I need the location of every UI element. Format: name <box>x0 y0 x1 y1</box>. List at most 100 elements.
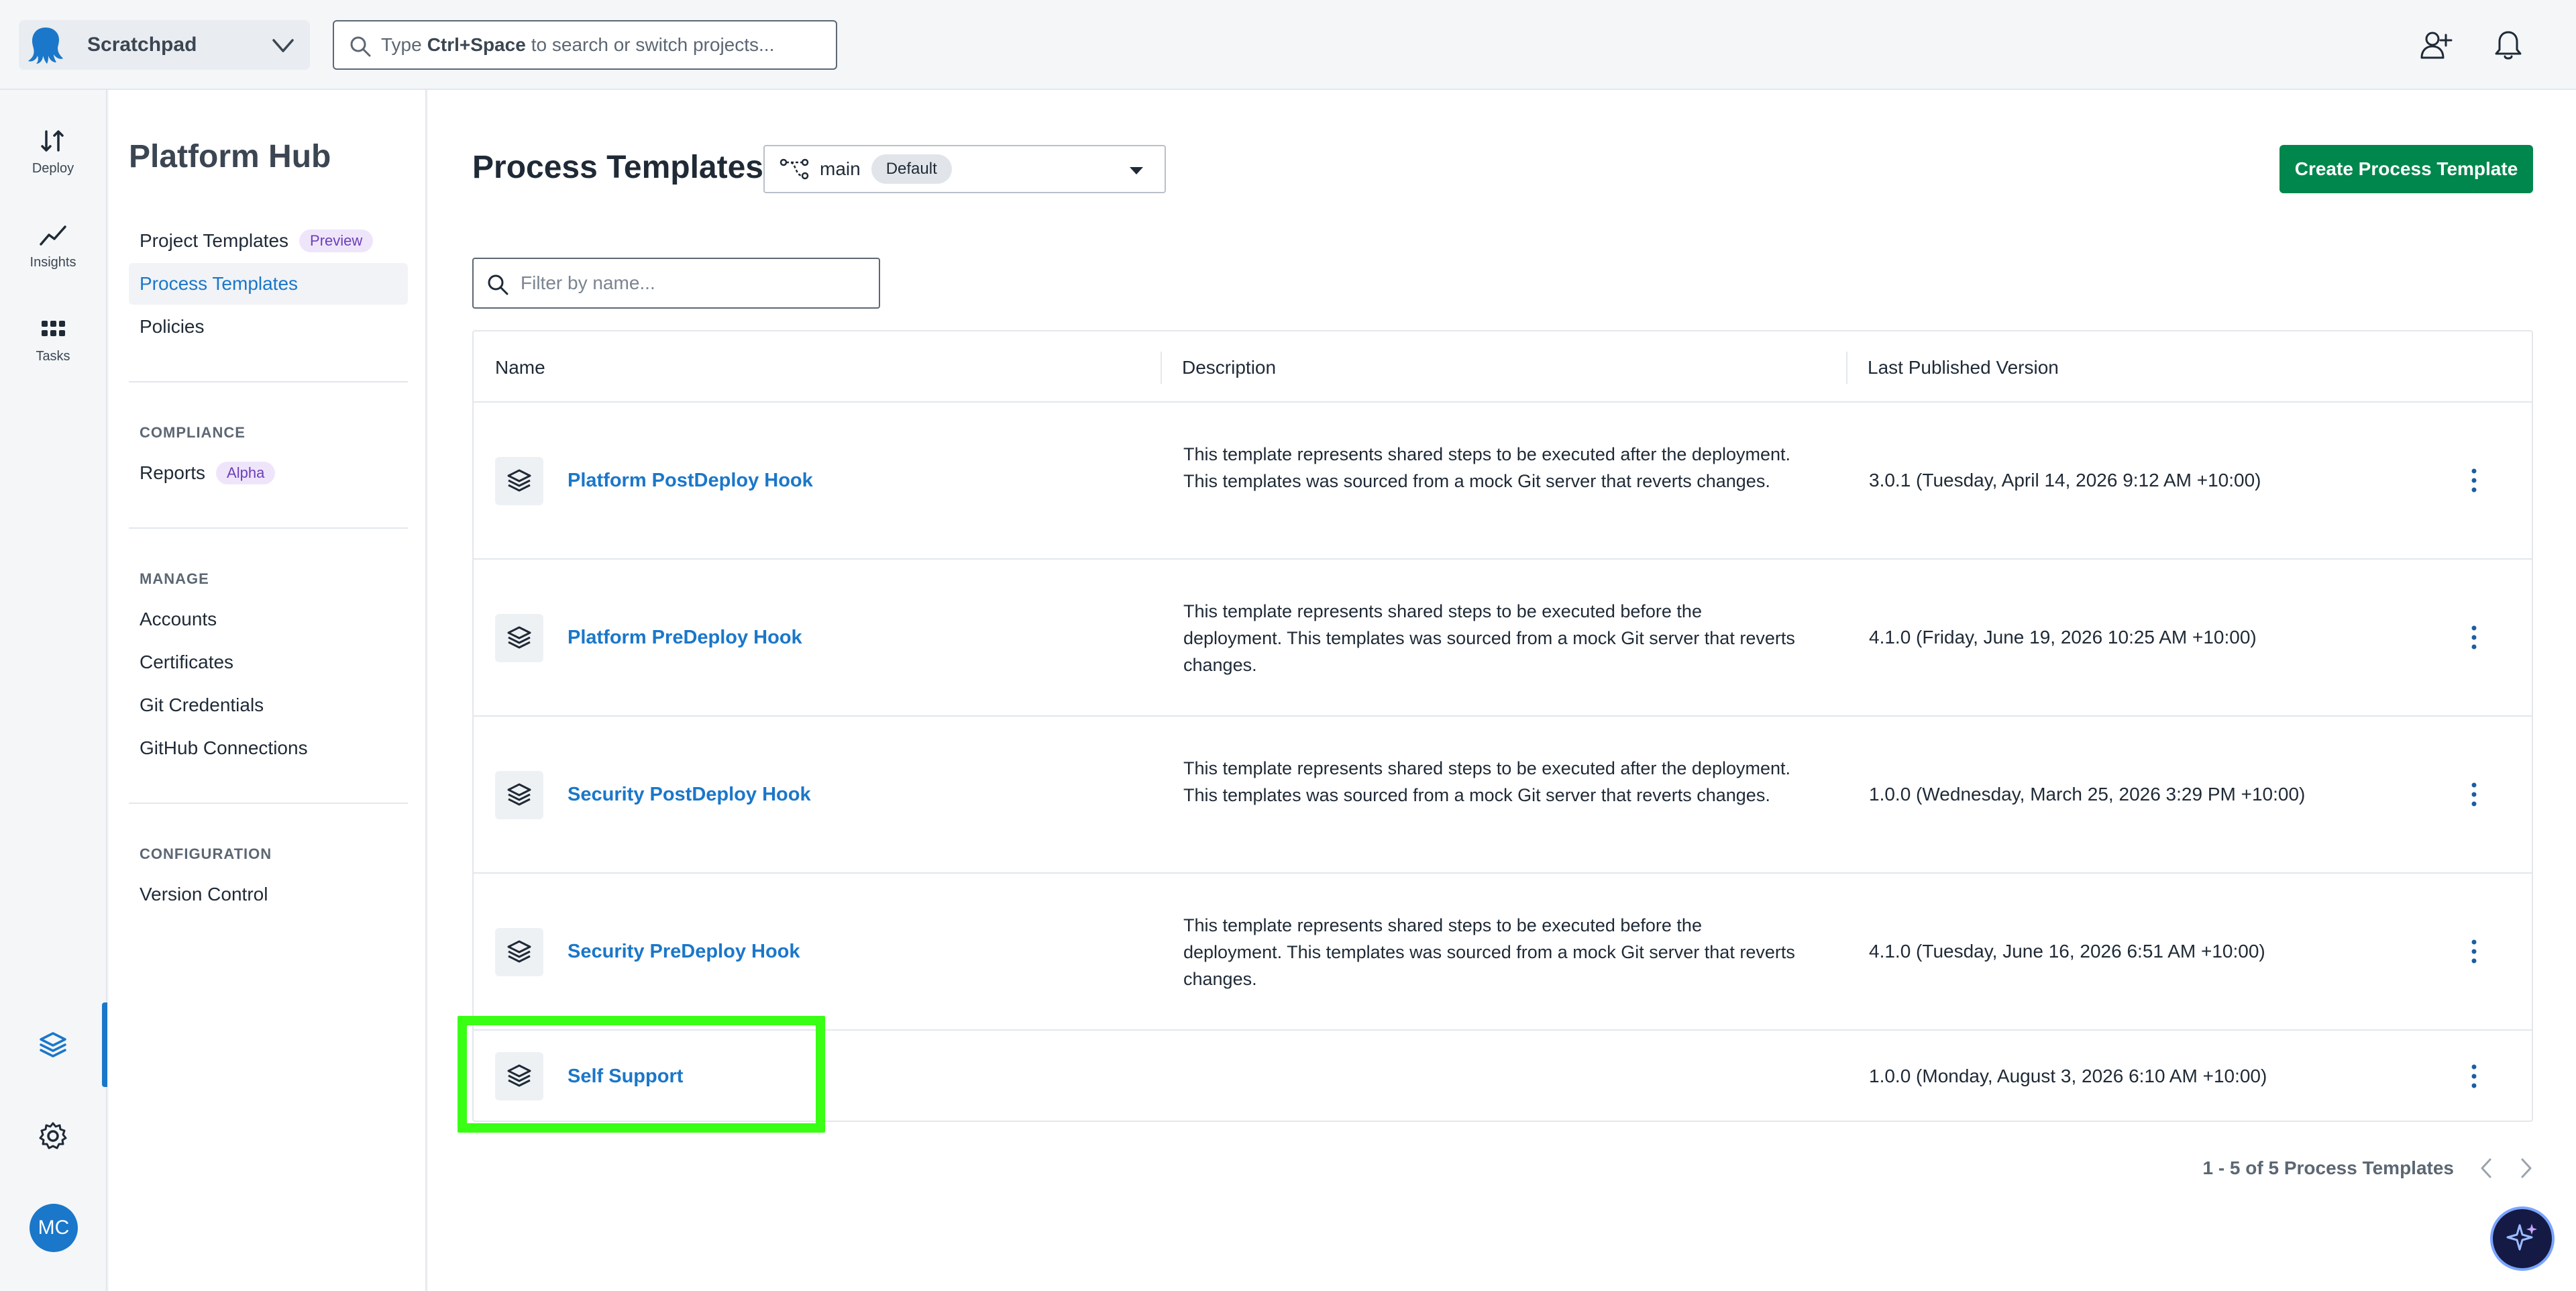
nav-divider <box>129 803 408 804</box>
table-row[interactable]: Self Support 1.0.0 (Monday, August 3, 20… <box>458 1016 2532 1133</box>
insights-icon <box>40 225 66 246</box>
sparkle-icon <box>2506 1224 2537 1251</box>
configuration-heading: CONFIGURATION <box>140 845 272 862</box>
tasks-icon <box>42 321 65 336</box>
global-search-input[interactable]: Type Ctrl+Space to search or switch proj… <box>333 20 837 70</box>
more-vertical-icon[interactable] <box>2469 781 2479 808</box>
rail-item-insights[interactable]: Insights <box>0 220 106 270</box>
column-header-version[interactable]: Last Published Version <box>1868 357 2059 378</box>
nav-reports[interactable]: Reports Alpha <box>129 452 408 494</box>
process-templates-table: Name Description Last Published Version … <box>458 330 2533 1133</box>
nav-project-templates[interactable]: Project Templates Preview <box>129 220 408 262</box>
template-version: 4.1.0 (Tuesday, June 16, 2026 6:51 AM +1… <box>1869 941 2265 962</box>
more-vertical-icon[interactable] <box>2469 1063 2479 1090</box>
more-vertical-icon[interactable] <box>2469 938 2479 965</box>
search-prefix: Type <box>381 34 422 55</box>
rail-active-indicator <box>102 1002 107 1087</box>
gear-icon[interactable] <box>38 1121 68 1151</box>
nav-process-templates[interactable]: Process Templates <box>129 263 408 305</box>
pagination-summary: 1 - 5 of 5 Process Templates <box>2202 1157 2454 1178</box>
main-content: Process Templates main Default Create Pr… <box>428 90 2576 1291</box>
template-version: 4.1.0 (Friday, June 19, 2026 10:25 AM +1… <box>1869 627 2257 648</box>
template-description: This template represents shared steps to… <box>1183 444 1791 491</box>
template-name-link[interactable]: Self Support <box>568 1066 683 1088</box>
nav-policies[interactable]: Policies <box>129 306 408 348</box>
nav-git-credentials[interactable]: Git Credentials <box>129 684 408 726</box>
nav-label: Git Credentials <box>140 694 264 715</box>
table-row[interactable]: Security PostDeploy Hook This template r… <box>474 717 2532 874</box>
nav-version-control[interactable]: Version Control <box>129 874 408 915</box>
template-description: This template represents shared steps to… <box>1183 915 1795 989</box>
rail-item-deploy[interactable]: Deploy <box>0 126 106 176</box>
invite-user-icon[interactable] <box>2419 28 2453 62</box>
search-suffix: to search or switch projects... <box>531 34 775 55</box>
layers-icon <box>495 614 543 662</box>
alpha-badge: Alpha <box>216 462 276 484</box>
platform-hub-layers-icon[interactable] <box>38 1029 68 1060</box>
git-branch-icon <box>780 158 809 180</box>
chevron-right-icon <box>2521 1158 2532 1178</box>
pagination: 1 - 5 of 5 Process Templates <box>2172 1157 2534 1180</box>
rail-label: Insights <box>30 255 76 270</box>
template-name-link[interactable]: Platform PreDeploy Hook <box>568 627 802 649</box>
template-name-link[interactable]: Platform PostDeploy Hook <box>568 470 813 492</box>
template-version: 1.0.0 (Wednesday, March 25, 2026 3:29 PM… <box>1869 784 2306 805</box>
column-header-name[interactable]: Name <box>495 357 545 378</box>
bell-icon[interactable] <box>2493 28 2524 62</box>
ai-assistant-button[interactable] <box>2490 1206 2555 1271</box>
create-process-template-button[interactable]: Create Process Template <box>2279 145 2533 193</box>
column-separator <box>1161 352 1162 384</box>
octopus-logo-icon <box>24 23 67 66</box>
rail-label: Deploy <box>32 161 74 176</box>
nav-label: Project Templates <box>140 230 289 251</box>
table-row[interactable]: Security PreDeploy Hook This template re… <box>474 874 2532 1031</box>
next-page-button[interactable] <box>2518 1157 2534 1180</box>
deploy-icon <box>41 130 64 152</box>
space-switcher[interactable]: Scratchpad <box>19 20 310 70</box>
nav-certificates[interactable]: Certificates <box>129 641 408 683</box>
branch-selector[interactable]: main Default <box>763 145 1166 193</box>
template-name-link[interactable]: Security PostDeploy Hook <box>568 784 811 806</box>
search-shortcut: Ctrl+Space <box>427 34 526 55</box>
platform-hub-nav: Platform Hub Project Templates Preview P… <box>109 90 427 1291</box>
search-icon <box>488 274 508 295</box>
layers-icon <box>495 771 543 819</box>
nav-accounts[interactable]: Accounts <box>129 599 408 640</box>
template-description: This template represents shared steps to… <box>1183 758 1791 805</box>
nav-label: Reports <box>140 462 206 483</box>
avatar[interactable]: MC <box>30 1204 78 1252</box>
preview-badge: Preview <box>299 229 374 252</box>
nav-label: Version Control <box>140 884 268 905</box>
page-title: Process Templates <box>472 150 763 185</box>
previous-page-button[interactable] <box>2478 1157 2494 1180</box>
branch-name: main <box>820 158 861 179</box>
nav-label: Certificates <box>140 652 234 672</box>
column-separator <box>1846 352 1847 384</box>
layers-icon <box>495 1052 543 1100</box>
rail-item-tasks[interactable]: Tasks <box>0 314 106 364</box>
search-icon <box>350 36 371 57</box>
caret-down-icon <box>1130 167 1143 174</box>
top-bar: Scratchpad Type Ctrl+Space to search or … <box>0 0 2576 90</box>
nav-divider <box>129 527 408 529</box>
chevron-down-icon <box>272 39 294 52</box>
table-row[interactable]: Platform PreDeploy Hook This template re… <box>474 560 2532 717</box>
template-version: 1.0.0 (Monday, August 3, 2026 6:10 AM +1… <box>1869 1066 2267 1086</box>
nav-github-connections[interactable]: GitHub Connections <box>129 727 408 769</box>
table-row[interactable]: Platform PostDeploy Hook This template r… <box>474 403 2532 560</box>
template-name-link[interactable]: Security PreDeploy Hook <box>568 941 800 963</box>
filter-input[interactable]: Filter by name... <box>472 258 880 309</box>
more-vertical-icon[interactable] <box>2469 467 2479 494</box>
left-rail: Deploy Insights Tasks MC <box>0 90 107 1291</box>
more-vertical-icon[interactable] <box>2469 624 2479 651</box>
layers-icon <box>495 928 543 976</box>
filter-placeholder: Filter by name... <box>521 272 655 293</box>
table-header: Name Description Last Published Version <box>474 331 2532 403</box>
template-description: This template represents shared steps to… <box>1183 601 1795 675</box>
default-badge: Default <box>871 154 952 184</box>
nav-label: Accounts <box>140 609 217 629</box>
column-header-description[interactable]: Description <box>1182 357 1276 378</box>
nav-label: Policies <box>140 316 205 337</box>
nav-label: Process Templates <box>140 273 299 294</box>
subnav-title: Platform Hub <box>129 139 331 174</box>
